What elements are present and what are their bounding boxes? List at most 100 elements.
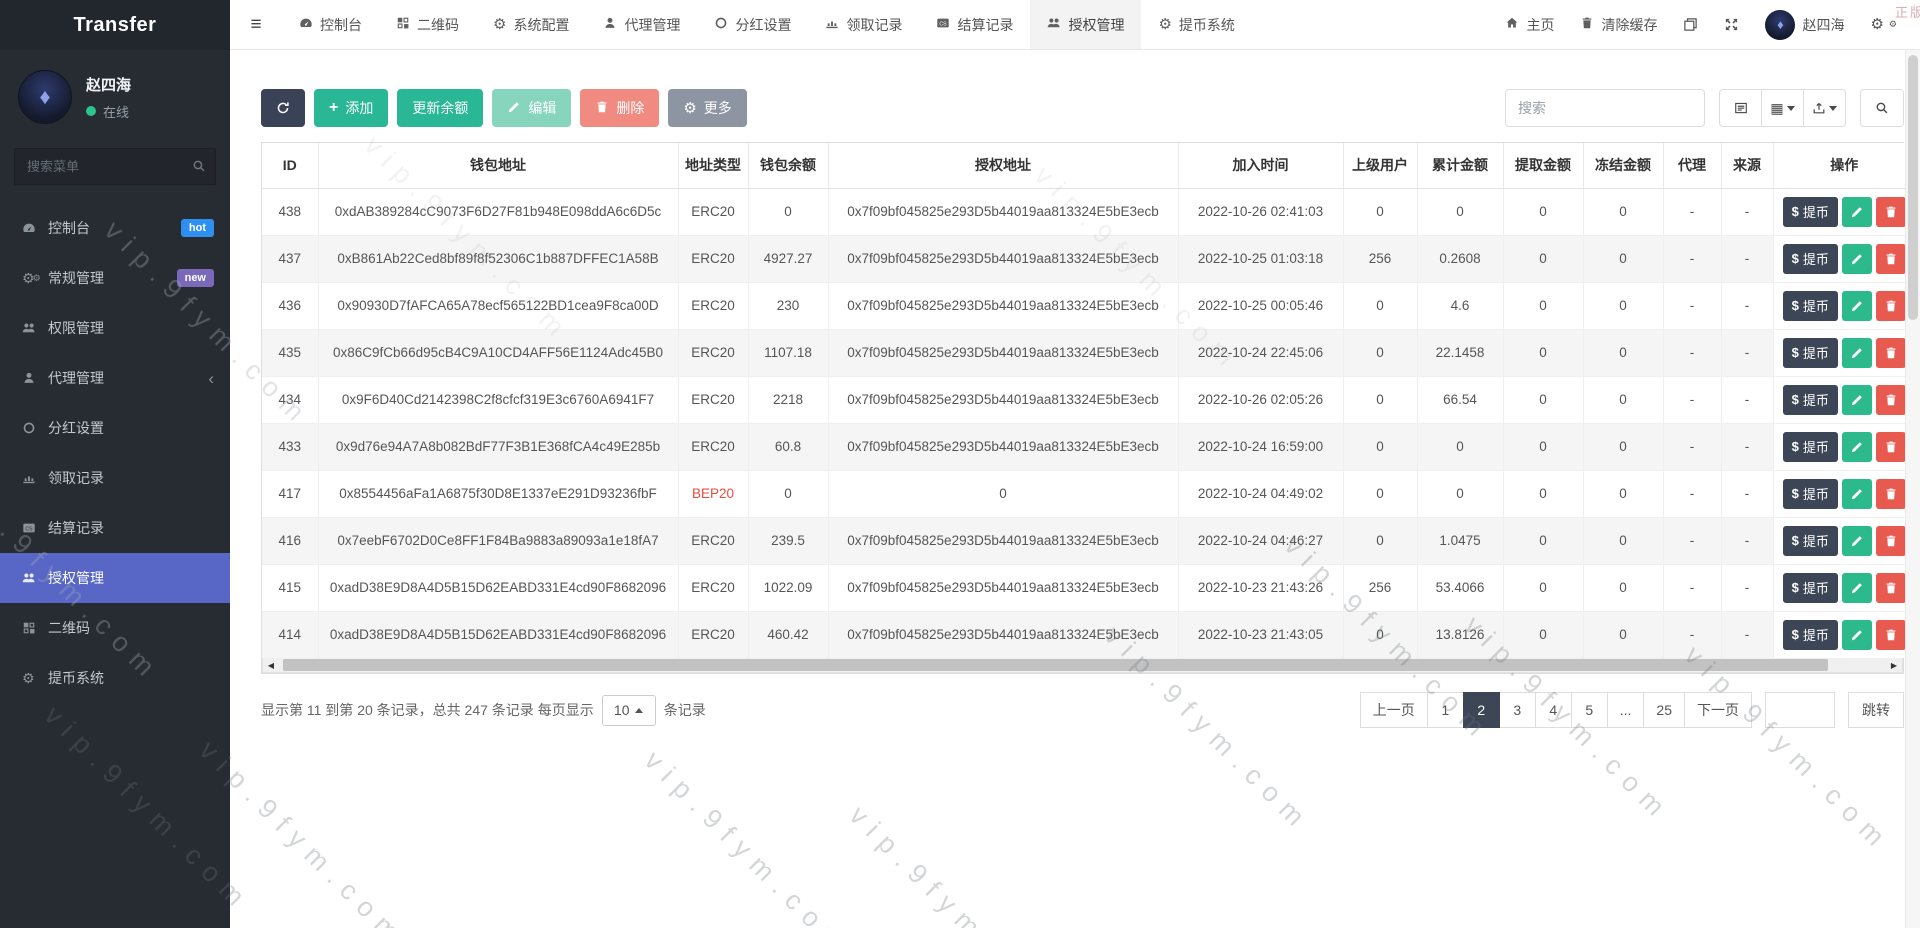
jump-button[interactable]: 跳转: [1848, 692, 1904, 728]
withdraw-button[interactable]: $ 提币: [1782, 572, 1838, 603]
delete-row-button[interactable]: [1875, 337, 1906, 368]
user-menu[interactable]: ♦ 赵四海: [1752, 9, 1857, 40]
table-row[interactable]: 417 0x8554456aFa1A6875f30D8E1337eE291D93…: [262, 469, 1915, 517]
table-row[interactable]: 433 0x9d76e94A7A8b082BdF77F3B1E368fCA4c4…: [262, 422, 1915, 470]
more-button[interactable]: ⚙ 更多: [668, 89, 747, 127]
tab-withdraw-system[interactable]: ⚙ 提币系统: [1141, 0, 1251, 49]
delete-row-button[interactable]: [1875, 525, 1906, 556]
vertical-scrollbar[interactable]: [1905, 50, 1920, 928]
table-row[interactable]: 416 0x7eebF6702D0Ce8FF1F84Ba9883a89093a1…: [262, 516, 1915, 564]
edit-row-button[interactable]: [1841, 572, 1872, 603]
tab-system-config[interactable]: ⚙ 系统配置: [476, 0, 586, 49]
col-address-type[interactable]: 地址类型: [678, 143, 749, 189]
delete-row-button[interactable]: [1875, 478, 1906, 509]
sidebar-item-dividends[interactable]: 分红设置: [0, 403, 230, 453]
table-row[interactable]: 414 0xadD38E9D8A4D5B15D62EABD331E4cd90F8…: [262, 610, 1915, 658]
col-auth-address[interactable]: 授权地址: [828, 143, 1179, 189]
detail-view-button[interactable]: [1719, 89, 1762, 127]
fullscreen-icon[interactable]: [1711, 17, 1752, 32]
columns-button[interactable]: ▦: [1761, 89, 1804, 127]
withdraw-button[interactable]: $ 提币: [1782, 384, 1838, 415]
table-row[interactable]: 434 0x9F6D40Cd2142398C2f8cfcf319E3c6760A…: [262, 375, 1915, 423]
col-frozen-amount[interactable]: 冻结金额: [1583, 143, 1664, 189]
horizontal-scroll-thumb[interactable]: [283, 659, 1828, 671]
edit-row-button[interactable]: [1841, 337, 1872, 368]
table-row[interactable]: 415 0xadD38E9D8A4D5B15D62EABD331E4cd90F8…: [262, 563, 1915, 611]
col-agent[interactable]: 代理: [1663, 143, 1722, 189]
edit-row-button[interactable]: [1841, 619, 1872, 650]
delete-row-button[interactable]: [1875, 243, 1906, 274]
scroll-right-arrow-icon[interactable]: ▶: [1886, 658, 1902, 672]
tab-qrcode[interactable]: 二维码: [379, 0, 476, 49]
col-join-time[interactable]: 加入时间: [1178, 143, 1344, 189]
withdraw-button[interactable]: $ 提币: [1782, 431, 1838, 462]
page-button[interactable]: ...: [1606, 692, 1645, 728]
edit-row-button[interactable]: [1841, 431, 1872, 462]
scroll-left-arrow-icon[interactable]: ◀: [263, 658, 279, 672]
page-button[interactable]: 2: [1462, 692, 1500, 728]
tab-authorizations[interactable]: 授权管理: [1030, 0, 1142, 49]
sidebar-item-withdraw-system[interactable]: ⚙ 提币系统: [0, 653, 230, 703]
export-button[interactable]: [1803, 89, 1846, 127]
page-size-select[interactable]: 10: [601, 694, 656, 726]
delete-row-button[interactable]: [1875, 431, 1906, 462]
withdraw-button[interactable]: $ 提币: [1782, 290, 1838, 321]
table-search-input[interactable]: [1505, 89, 1705, 127]
page-button[interactable]: 25: [1643, 692, 1685, 728]
delete-row-button[interactable]: [1875, 196, 1906, 227]
col-wallet-balance[interactable]: 钱包余额: [748, 143, 829, 189]
edit-row-button[interactable]: [1841, 478, 1872, 509]
update-balance-button[interactable]: 更新余额: [397, 89, 484, 127]
avatar[interactable]: ♦: [18, 70, 72, 124]
page-button[interactable]: 1: [1426, 692, 1464, 728]
settings-gears-icon[interactable]: ⚙ ⚙: [1857, 17, 1910, 32]
col-wallet-address[interactable]: 钱包地址: [318, 143, 679, 189]
withdraw-button[interactable]: $ 提币: [1782, 243, 1838, 274]
page-button[interactable]: 4: [1534, 692, 1572, 728]
withdraw-button[interactable]: $ 提币: [1782, 525, 1838, 556]
sidebar-item-claims[interactable]: 领取记录: [0, 453, 230, 503]
col-source[interactable]: 来源: [1721, 143, 1774, 189]
table-row[interactable]: 438 0xdAB389284cC9073F6D27F81b948E098ddA…: [262, 187, 1915, 235]
tab-agents[interactable]: 代理管理: [586, 0, 697, 49]
menu-search-input[interactable]: [14, 148, 216, 185]
sidebar-item-dashboard[interactable]: 控制台 hot: [0, 203, 230, 253]
delete-row-button[interactable]: [1875, 619, 1906, 650]
table-row[interactable]: 435 0x86C9fCb66d95cB4C9A10CD4AFF56E1124A…: [262, 328, 1915, 376]
col-total-amount[interactable]: 累计金额: [1417, 143, 1504, 189]
sidebar-item-agents[interactable]: 代理管理 ‹: [0, 353, 230, 403]
vertical-scroll-thumb[interactable]: [1908, 55, 1918, 320]
table-row[interactable]: 437 0xB861Ab22Ced8bf89f8f52306C1b887DFFE…: [262, 234, 1915, 282]
menu-toggle-icon[interactable]: ≡: [230, 0, 282, 49]
col-parent-user[interactable]: 上级用户: [1343, 143, 1418, 189]
page-button[interactable]: 上一页: [1359, 692, 1428, 728]
add-button[interactable]: + 添加: [314, 89, 389, 127]
sidebar-item-settlements[interactable]: CS 结算记录: [0, 503, 230, 553]
tab-settlements[interactable]: CS 结算记录: [919, 0, 1030, 49]
tab-claims[interactable]: 领取记录: [808, 0, 919, 49]
edit-row-button[interactable]: [1841, 196, 1872, 227]
delete-row-button[interactable]: [1875, 290, 1906, 321]
refresh-button[interactable]: [261, 89, 305, 127]
clear-cache-link[interactable]: 清除缓存: [1567, 15, 1670, 35]
sidebar-item-qrcode[interactable]: 二维码: [0, 603, 230, 653]
jump-page-input[interactable]: [1765, 692, 1835, 728]
withdraw-button[interactable]: $ 提币: [1782, 337, 1838, 368]
delete-row-button[interactable]: [1875, 384, 1906, 415]
sidebar-item-general[interactable]: ⚙ ⚙ 常规管理 new: [0, 253, 230, 303]
tab-dashboard[interactable]: 控制台: [282, 0, 379, 49]
home-link[interactable]: 主页: [1492, 15, 1567, 35]
page-button[interactable]: 3: [1498, 692, 1536, 728]
withdraw-button[interactable]: $ 提币: [1782, 478, 1838, 509]
edit-row-button[interactable]: [1841, 525, 1872, 556]
edit-row-button[interactable]: [1841, 384, 1872, 415]
window-restore-icon[interactable]: [1670, 17, 1711, 32]
sidebar-item-authorizations[interactable]: 授权管理: [0, 553, 230, 603]
search-toggle-button[interactable]: [1860, 89, 1904, 127]
edit-button[interactable]: 编辑: [492, 89, 572, 127]
delete-button[interactable]: 删除: [580, 89, 660, 127]
sidebar-item-permissions[interactable]: 权限管理: [0, 303, 230, 353]
withdraw-button[interactable]: $ 提币: [1782, 196, 1838, 227]
withdraw-button[interactable]: $ 提币: [1782, 619, 1838, 650]
tab-dividends[interactable]: 分红设置: [697, 0, 808, 49]
